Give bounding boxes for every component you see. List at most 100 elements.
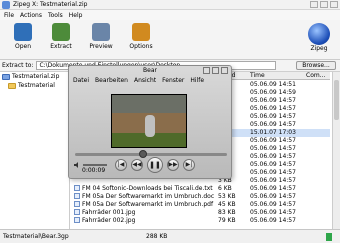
file-time: 05.06.09 14:51 <box>250 81 296 88</box>
seek-bar[interactable] <box>75 150 227 158</box>
player-minimize-button[interactable] <box>203 67 210 74</box>
next-button[interactable]: ▶| <box>183 159 195 171</box>
file-size: 79 KB <box>218 217 236 224</box>
menu-file[interactable]: File <box>4 12 14 19</box>
file-size: 53 KB <box>218 193 236 200</box>
zipeg-brand-button[interactable]: Zipeg <box>302 23 336 55</box>
tree-node-testmaterial[interactable]: Testmaterial <box>0 81 69 90</box>
status-bar: Testmaterial\Bear.3gp 288 KB <box>0 229 340 243</box>
file-time: 05.06.09 14:57 <box>250 113 296 120</box>
file-time: 05.06.09 14:57 <box>250 145 296 152</box>
tree-node-archive[interactable]: Testmaterial.zip <box>0 72 69 81</box>
player-menu-fenster[interactable]: Fenster <box>162 77 184 86</box>
file-icon <box>74 201 80 207</box>
file-row[interactable]: Fahrräder 001.jpg 83 KB 05.06.09 14:57 <box>72 209 330 217</box>
player-maximize-button[interactable] <box>212 67 219 74</box>
file-row[interactable]: FM 05a Der Softwaremarkt im Umbruch.pdf 4… <box>72 201 330 209</box>
menu-tools[interactable]: Tools <box>48 12 63 19</box>
title-bar: Zipeg X: Testmaterial.zip <box>0 0 340 10</box>
archive-icon <box>2 73 10 80</box>
seek-knob[interactable] <box>139 150 147 158</box>
status-path: Testmaterial\Bear.3gp <box>3 233 69 240</box>
toolbar: Open Extract Preview Options Zipeg <box>0 20 340 60</box>
menu-help[interactable]: Help <box>69 12 83 19</box>
file-name: FM 05a Der Softwaremarkt im Umbruch.pdf <box>82 201 214 208</box>
preview-button[interactable]: Preview <box>84 23 118 55</box>
close-button[interactable] <box>330 1 338 8</box>
vertical-scrollbar[interactable] <box>332 72 340 229</box>
video-background <box>112 95 186 113</box>
extract-icon <box>52 23 70 41</box>
pause-button[interactable]: ❚❚ <box>147 157 163 173</box>
previous-button[interactable]: |◀ <box>115 159 127 171</box>
file-time: 05.06.09 14:57 <box>250 121 296 128</box>
browse-button[interactable]: Browse... <box>296 61 336 70</box>
minimize-button[interactable] <box>310 1 318 8</box>
media-player-window: Bear Datei Bearbeiten Ansicht Fenster Hi… <box>68 65 232 179</box>
extract-button[interactable]: Extract <box>44 23 78 55</box>
file-row[interactable]: FM 04 Softonic-Downloads bei Tiscali.de.… <box>72 185 330 193</box>
open-label: Open <box>14 43 32 50</box>
zipeg-label: Zipeg <box>310 45 328 52</box>
menu-actions[interactable]: Actions <box>20 12 42 19</box>
file-time: 05.06.09 14:57 <box>250 97 296 104</box>
file-time: 05.06.09 14:57 <box>250 137 296 144</box>
scrollbar-thumb[interactable] <box>334 80 339 120</box>
player-menu-datei[interactable]: Datei <box>73 77 89 86</box>
preview-icon <box>92 23 110 41</box>
file-time: 05.06.09 14:57 <box>250 153 296 160</box>
folder-tree: Testmaterial.zip Testmaterial <box>0 72 70 229</box>
extract-label: Extract <box>50 43 72 50</box>
window-controls <box>310 1 338 8</box>
open-folder-icon <box>14 23 32 41</box>
file-size: 6 KB <box>218 185 232 192</box>
volume-slider[interactable] <box>83 164 107 166</box>
file-time: 05.06.09 14:57 <box>250 105 296 112</box>
file-time: 05.06.09 14:57 <box>250 209 296 216</box>
tree-node-label: Testmaterial <box>18 82 55 89</box>
player-close-button[interactable] <box>221 67 228 74</box>
file-time: 05.06.09 14:57 <box>250 169 296 176</box>
file-icon <box>74 209 80 215</box>
file-time: 05.06.09 14:57 <box>250 161 296 168</box>
file-size: 45 KB <box>218 201 236 208</box>
file-icon <box>74 217 80 223</box>
menu-bar: File Actions Tools Help <box>0 10 340 20</box>
tree-node-label: Testmaterial.zip <box>12 73 60 80</box>
file-row[interactable]: Fahrräder 002.jpg 79 KB 05.06.09 14:57 <box>72 217 330 225</box>
file-icon <box>74 193 80 199</box>
extract-to-label: Extract to: <box>2 62 34 69</box>
options-button[interactable]: Options <box>124 23 158 55</box>
file-name: FM 04 Softonic-Downloads bei Tiscali.de.… <box>82 185 213 192</box>
player-menu-ansicht[interactable]: Ansicht <box>134 77 156 86</box>
file-name: Fahrräder 002.jpg <box>82 217 136 224</box>
rewind-button[interactable]: ◀◀ <box>131 159 143 171</box>
open-button[interactable]: Open <box>6 23 40 55</box>
file-time: 05.06.09 14:57 <box>250 177 296 184</box>
file-time: 05.06.09 14:57 <box>250 185 296 192</box>
player-menu-bearbeiten[interactable]: Bearbeiten <box>95 77 128 86</box>
file-name: Fahrräder 001.jpg <box>82 209 136 216</box>
options-label: Options <box>129 43 153 50</box>
player-time: 0:00:09 <box>82 167 106 174</box>
file-time: 05.06.09 14:57 <box>250 201 296 208</box>
file-size: 83 KB <box>218 209 236 216</box>
fast-forward-button[interactable]: ▶▶ <box>167 159 179 171</box>
column-time[interactable]: Time <box>250 72 265 80</box>
file-time: 05.06.09 14:57 <box>250 217 296 224</box>
file-time: 05.06.09 14:57 <box>250 193 296 200</box>
file-time: 15.01.07 17:03 <box>250 129 296 136</box>
column-comment[interactable]: Com... <box>306 72 325 80</box>
options-tools-icon <box>132 23 150 41</box>
maximize-button[interactable] <box>320 1 328 8</box>
zipeg-app-icon <box>2 0 10 9</box>
file-time: 05.06.09 14:59 <box>250 89 296 96</box>
player-menu-hilfe[interactable]: Hilfe <box>190 77 204 86</box>
volume-icon[interactable] <box>73 161 81 169</box>
video-subject <box>145 115 155 137</box>
activity-indicator <box>326 233 332 241</box>
player-menu-bar: Datei Bearbeiten Ansicht Fenster Hilfe <box>73 77 229 86</box>
file-row[interactable]: FM 05a Der Softwaremarkt im Umbruch.doc 5… <box>72 193 330 201</box>
window-title: Zipeg X: Testmaterial.zip <box>13 1 88 8</box>
player-window-controls <box>203 67 228 74</box>
